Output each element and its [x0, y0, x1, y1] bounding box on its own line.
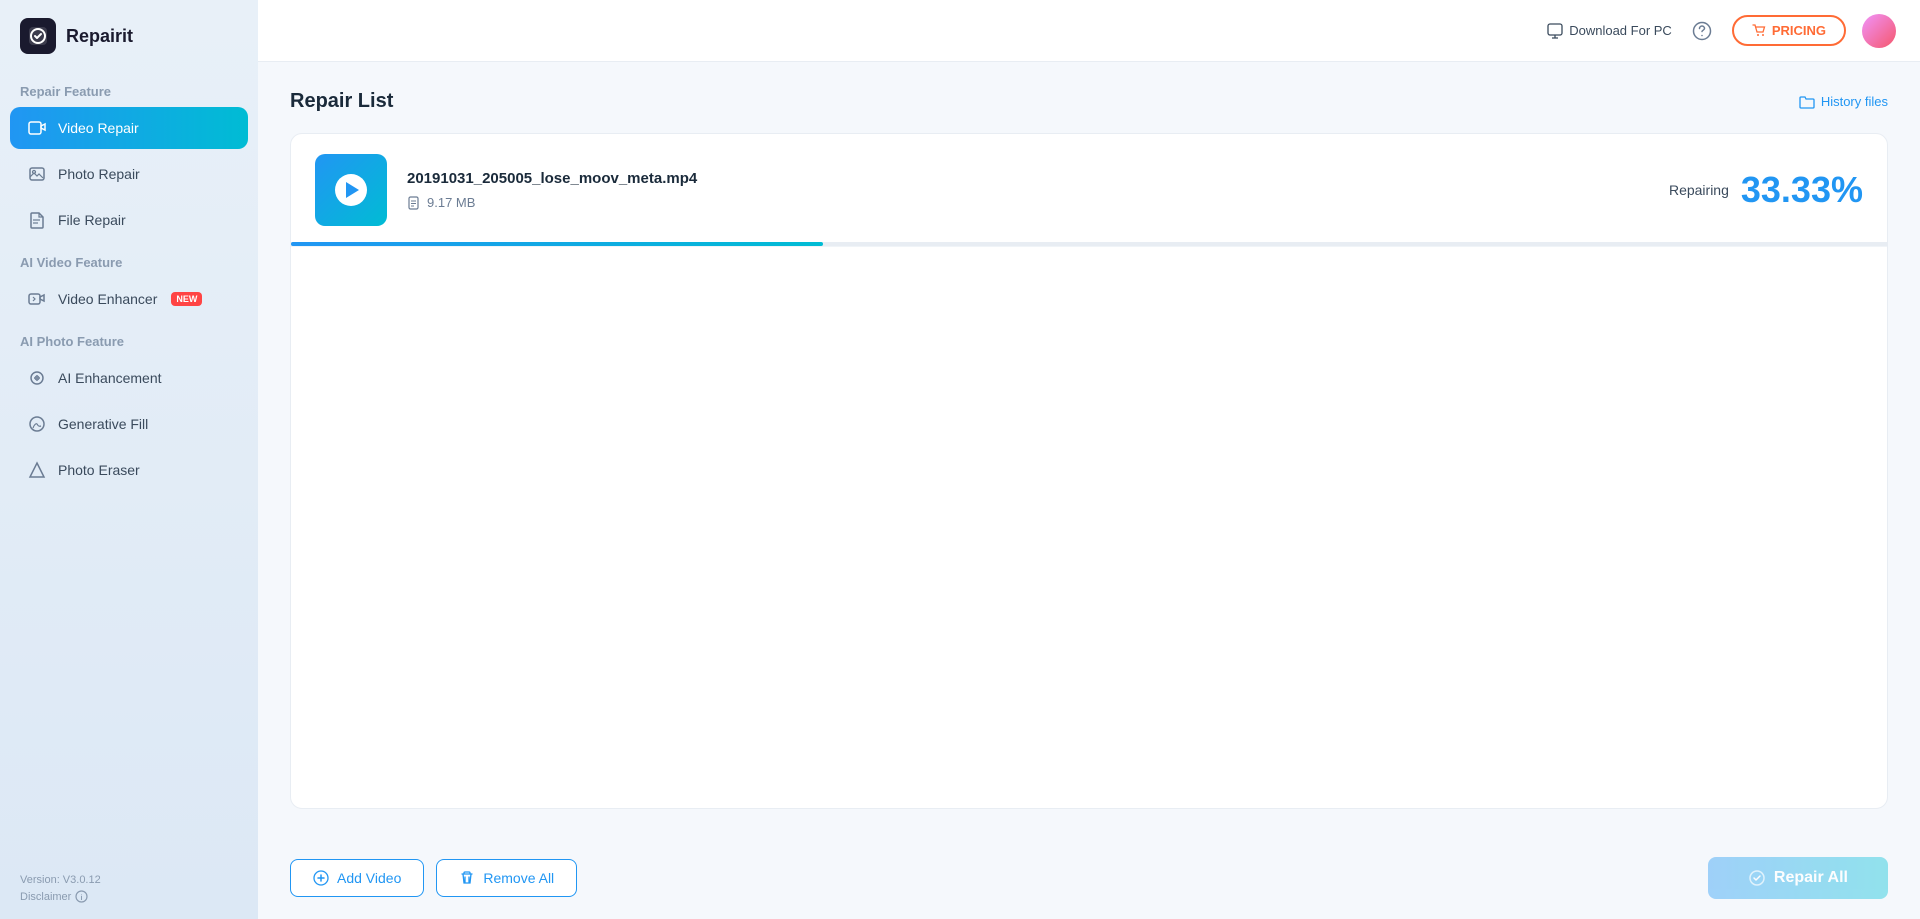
content-header: Repair List History files [290, 90, 1888, 113]
footer-left: Add Video Remove All [290, 859, 577, 897]
photo-eraser-label: Photo Eraser [58, 462, 140, 478]
photo-repair-label: Photo Repair [58, 166, 140, 182]
page-title: Repair List [290, 90, 393, 113]
footer: Add Video Remove All Repair All [258, 837, 1920, 919]
remove-all-button[interactable]: Remove All [436, 859, 577, 897]
ai-enhancement-label: AI Enhancement [58, 370, 162, 386]
progress-bar-container [291, 242, 1887, 246]
repair-item: 20191031_205005_lose_moov_meta.mp4 9.17 … [291, 134, 1887, 247]
pricing-button[interactable]: PRICING [1732, 15, 1846, 46]
video-repair-label: Video Repair [58, 120, 139, 136]
repair-percent: 33.33% [1741, 169, 1863, 211]
remove-all-label: Remove All [483, 870, 554, 886]
download-label: Download For PC [1569, 23, 1672, 38]
repairing-label: Repairing [1669, 182, 1729, 198]
info-icon: i [75, 890, 88, 903]
repair-list: 20191031_205005_lose_moov_meta.mp4 9.17 … [290, 133, 1888, 809]
monitor-icon [1547, 23, 1563, 39]
cart-icon [1752, 24, 1766, 38]
generative-fill-label: Generative Fill [58, 416, 148, 432]
new-badge: NEW [171, 292, 202, 306]
add-video-button[interactable]: Add Video [290, 859, 424, 897]
logo-area: Repairit [0, 0, 258, 72]
download-for-pc-button[interactable]: Download For PC [1547, 23, 1672, 39]
header: Download For PC PRICING [258, 0, 1920, 62]
ai-enhancement-icon [26, 367, 48, 389]
ai-video-feature-label: AI Video Feature [0, 243, 258, 276]
history-files-button[interactable]: History files [1799, 94, 1888, 110]
progress-bar-fill [291, 242, 823, 246]
repair-feature-label: Repair Feature [0, 72, 258, 105]
generative-fill-icon [26, 413, 48, 435]
history-files-label: History files [1821, 94, 1888, 109]
app-logo-icon [20, 18, 56, 54]
file-size-row: 9.17 MB [407, 195, 1669, 210]
file-repair-icon [26, 209, 48, 231]
sidebar: Repairit Repair Feature Video Repair Pho… [0, 0, 258, 919]
app-name: Repairit [66, 26, 133, 47]
sidebar-item-video-enhancer[interactable]: Video Enhancer NEW [10, 278, 248, 320]
content-area: Repair List History files 20191031_20500… [258, 62, 1920, 837]
sidebar-footer: Version: V3.0.12 Disclaimer i [0, 874, 258, 903]
ai-photo-feature-label: AI Photo Feature [0, 322, 258, 355]
disclaimer-row[interactable]: Disclaimer i [20, 890, 238, 903]
repair-all-icon [1748, 869, 1766, 887]
file-repair-label: File Repair [58, 212, 126, 228]
file-size: 9.17 MB [427, 195, 475, 210]
folder-icon [1799, 94, 1815, 110]
file-name: 20191031_205005_lose_moov_meta.mp4 [407, 170, 1669, 187]
pricing-label: PRICING [1772, 23, 1826, 38]
repair-all-button[interactable]: Repair All [1708, 857, 1888, 899]
sidebar-item-ai-enhancement[interactable]: AI Enhancement [10, 357, 248, 399]
sidebar-item-file-repair[interactable]: File Repair [10, 199, 248, 241]
repair-all-label: Repair All [1774, 869, 1848, 887]
repair-status: Repairing 33.33% [1669, 169, 1863, 211]
user-avatar[interactable] [1862, 14, 1896, 48]
help-icon[interactable] [1688, 17, 1716, 45]
file-size-icon [407, 196, 421, 210]
disclaimer-label: Disclaimer [20, 891, 71, 903]
photo-repair-icon [26, 163, 48, 185]
sidebar-item-generative-fill[interactable]: Generative Fill [10, 403, 248, 445]
video-enhancer-label: Video Enhancer [58, 291, 157, 307]
remove-all-icon [459, 870, 475, 886]
sidebar-item-photo-repair[interactable]: Photo Repair [10, 153, 248, 195]
add-video-label: Add Video [337, 870, 401, 886]
photo-eraser-icon [26, 459, 48, 481]
play-icon [335, 174, 367, 206]
video-thumbnail [315, 154, 387, 226]
add-video-icon [313, 870, 329, 886]
svg-text:i: i [81, 895, 83, 902]
video-repair-icon [26, 117, 48, 139]
play-triangle [346, 182, 359, 198]
video-enhancer-icon [26, 288, 48, 310]
version-text: Version: V3.0.12 [20, 874, 238, 886]
sidebar-item-video-repair[interactable]: Video Repair [10, 107, 248, 149]
sidebar-item-photo-eraser[interactable]: Photo Eraser [10, 449, 248, 491]
file-info: 20191031_205005_lose_moov_meta.mp4 9.17 … [407, 170, 1669, 210]
main-content: Download For PC PRICING Repair List [258, 0, 1920, 919]
